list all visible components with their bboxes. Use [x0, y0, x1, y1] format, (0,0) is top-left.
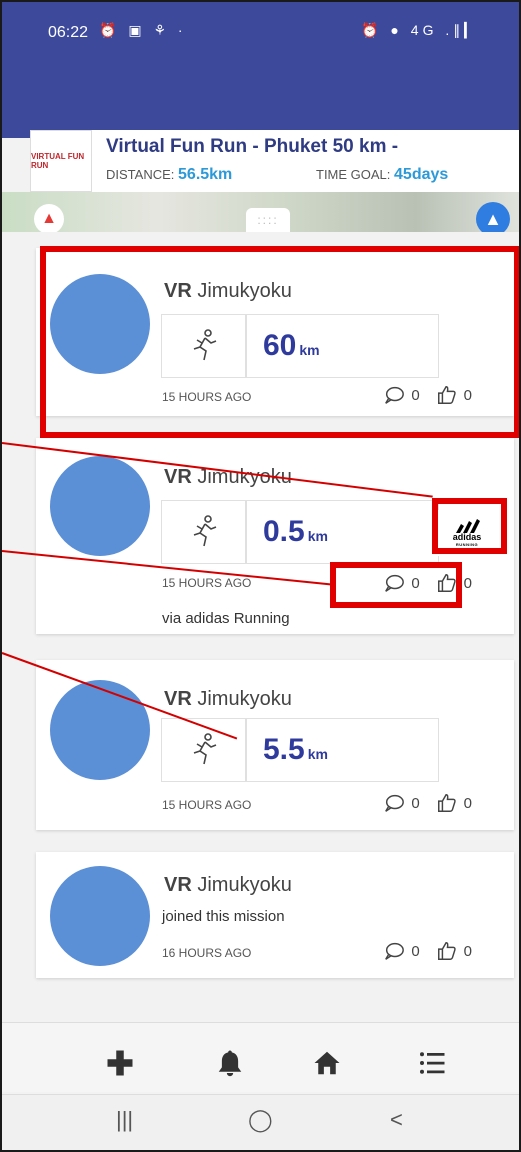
- distance-unit: km: [307, 746, 328, 762]
- username-bold: VR: [164, 688, 192, 710]
- activity-card[interactable]: VR Jimukyoku 0.5 km adidas RUNNING 15 HOU…: [36, 438, 514, 634]
- distance-unit: km: [307, 528, 328, 544]
- comment-count: 0: [411, 942, 420, 960]
- activity-distance: 0.5 km: [263, 515, 328, 548]
- distance-box: 0.5 km: [246, 500, 439, 564]
- distance-value: 56.5: [178, 166, 210, 183]
- activity-distance: 5.5 km: [263, 733, 328, 766]
- plus-icon: [107, 1050, 133, 1076]
- home-icon: [314, 1051, 340, 1075]
- activity-card[interactable]: VR Jimukyoku joined this mission 16 HOUR…: [36, 852, 514, 978]
- like-count: 0: [463, 942, 472, 960]
- comment-count: 0: [411, 574, 420, 592]
- mission-title: Virtual Fun Run - Phuket 50 km -: [106, 136, 399, 157]
- map-compass-button[interactable]: ▲: [34, 204, 64, 232]
- social-actions: 0 0: [383, 384, 472, 406]
- source-app-label: via adidas Running: [162, 610, 290, 627]
- status-time: 06:22: [48, 24, 89, 41]
- like-count: 0: [463, 386, 472, 404]
- adidas-running-logo: adidas RUNNING: [436, 510, 498, 556]
- username-text: Jimukyoku: [197, 280, 292, 302]
- avatar[interactable]: [50, 274, 150, 374]
- comment-icon[interactable]: [383, 572, 405, 594]
- running-icon: [193, 329, 216, 361]
- avatar[interactable]: [50, 680, 150, 780]
- timestamp: 15 HOURS AGO: [162, 798, 252, 812]
- home-button[interactable]: [307, 1043, 347, 1083]
- comment-count: 0: [411, 794, 420, 812]
- username[interactable]: VR Jimukyoku: [164, 280, 292, 303]
- activity-card[interactable]: VR Jimukyoku 5.5 km 15 HOURS AGO 0 0: [36, 660, 514, 830]
- system-status-icons: ⏰ ● 4G .∥▎: [361, 22, 479, 38]
- username[interactable]: VR Jimukyoku: [164, 688, 292, 711]
- time-goal-label: TIME GOAL:: [316, 167, 391, 182]
- comment-icon[interactable]: [383, 792, 405, 814]
- like-count: 0: [463, 574, 472, 592]
- distance-unit: km: [299, 342, 320, 358]
- running-icon: [193, 733, 216, 765]
- activity-card[interactable]: VR Jimukyoku 60 km 15 HOURS AGO 0 0: [36, 248, 514, 416]
- timestamp: 15 HOURS AGO: [162, 390, 252, 404]
- avatar[interactable]: [50, 456, 150, 556]
- username-bold: VR: [164, 280, 192, 302]
- system-back-button[interactable]: <: [390, 1107, 403, 1133]
- distance-box: 60 km: [246, 314, 439, 378]
- social-actions: 0 0: [383, 940, 472, 962]
- recent-apps-button[interactable]: |||: [116, 1107, 133, 1133]
- mission-logo: VIRTUAL FUN RUN: [30, 130, 92, 192]
- distance-box: 5.5 km: [246, 718, 439, 782]
- phone-frame: 06:22 ⏰ ▣ ⚘ · ⏰ ● 4G .∥▎ VIRTUAL FUN RUN…: [0, 0, 521, 1152]
- time-goal-unit: days: [411, 166, 449, 183]
- map-preview[interactable]: ▲ :::: ▲: [2, 192, 519, 232]
- like-count: 0: [463, 794, 472, 812]
- comment-icon[interactable]: [383, 384, 405, 406]
- drag-handle[interactable]: ::::: [246, 208, 290, 232]
- username-text: Jimukyoku: [197, 874, 292, 896]
- activity-type: [161, 500, 246, 564]
- adidas-subtext: RUNNING: [455, 542, 479, 547]
- adidas-stripes-icon: [456, 519, 480, 533]
- bell-icon: [218, 1050, 242, 1077]
- notifications-button[interactable]: [210, 1043, 250, 1083]
- system-home-button[interactable]: ◯: [248, 1107, 273, 1133]
- running-icon: [193, 515, 216, 547]
- notification-icons: ⏰ ▣ ⚘ ·: [99, 22, 187, 38]
- like-icon[interactable]: [436, 792, 458, 814]
- activity-message: joined this mission: [162, 908, 285, 925]
- like-icon[interactable]: [436, 940, 458, 962]
- mission-banner[interactable]: VIRTUAL FUN RUN Virtual Fun Run - Phuket…: [30, 130, 519, 192]
- comment-count: 0: [411, 386, 420, 404]
- social-actions: 0 0: [383, 792, 472, 814]
- like-icon[interactable]: [436, 572, 458, 594]
- avatar[interactable]: [50, 866, 150, 966]
- username-bold: VR: [164, 874, 192, 896]
- activity-type: [161, 314, 246, 378]
- list-icon: [420, 1052, 445, 1074]
- comment-icon[interactable]: [383, 940, 405, 962]
- status-bar: 06:22 ⏰ ▣ ⚘ · ⏰ ● 4G .∥▎: [2, 2, 519, 58]
- add-activity-button[interactable]: [100, 1043, 140, 1083]
- mission-distance: DISTANCE: 56.5km: [106, 166, 232, 184]
- distance-unit: km: [209, 166, 233, 183]
- username-bold: VR: [164, 466, 192, 488]
- username[interactable]: VR Jimukyoku: [164, 874, 292, 897]
- bottom-navigation: [2, 1022, 519, 1092]
- menu-list-button[interactable]: [412, 1043, 452, 1083]
- timestamp: 16 HOURS AGO: [162, 946, 252, 960]
- activity-feed[interactable]: VR Jimukyoku 60 km 15 HOURS AGO 0 0 VR J…: [2, 232, 519, 1022]
- system-navigation-bar: ||| ◯ <: [2, 1094, 519, 1150]
- mission-time-goal: TIME GOAL: 45days: [316, 166, 448, 184]
- username-text: Jimukyoku: [197, 688, 292, 710]
- timestamp: 15 HOURS AGO: [162, 576, 252, 590]
- time-goal-value: 45: [394, 166, 412, 183]
- like-icon[interactable]: [436, 384, 458, 406]
- adidas-text: adidas: [452, 532, 482, 542]
- map-locate-button[interactable]: ▲: [476, 202, 510, 232]
- social-actions: 0 0: [383, 572, 472, 594]
- distance-label: DISTANCE:: [106, 167, 175, 182]
- activity-distance: 60 km: [263, 329, 320, 362]
